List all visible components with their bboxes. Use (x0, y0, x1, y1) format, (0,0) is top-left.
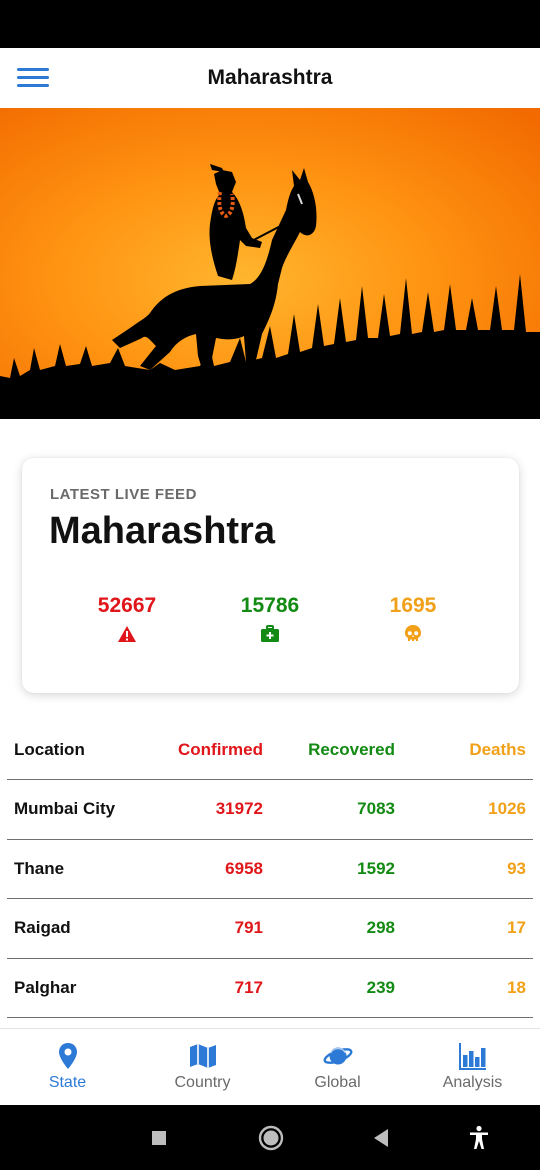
feed-title: Maharashtra (49, 510, 275, 552)
live-feed-card: LATEST LIVE FEED Maharashtra 52667 15786… (22, 458, 519, 693)
horse-rider-silhouette-image (0, 108, 540, 419)
nav-item-country[interactable]: Country (135, 1029, 270, 1106)
nav-label-country: Country (174, 1074, 231, 1091)
nav-label-analysis: Analysis (442, 1074, 503, 1091)
header-recovered: Recovered (308, 739, 395, 759)
deaths-cell: 1026 (488, 799, 526, 819)
system-navigation-bar (0, 1105, 540, 1170)
recovered-cell: 7083 (357, 799, 395, 819)
confirmed-stat: 52667 (47, 594, 207, 644)
recovered-cell: 298 (366, 918, 395, 938)
confirmed-cell: 717 (234, 977, 263, 997)
table-row[interactable]: Raigad 791 298 17 (7, 899, 533, 959)
medical-kit-icon (261, 625, 279, 642)
table-header-row: Location Confirmed Recovered Deaths (7, 720, 533, 780)
recents-square-icon[interactable] (144, 1123, 174, 1153)
planet-icon (323, 1047, 353, 1065)
nav-item-global[interactable]: Global (270, 1029, 405, 1106)
recovered-cell: 239 (366, 977, 395, 997)
nav-label-global: Global (314, 1074, 361, 1091)
map-icon (190, 1044, 216, 1068)
nav-item-state[interactable]: State (0, 1029, 135, 1106)
status-bar (0, 0, 540, 48)
map-pin-icon (59, 1043, 77, 1069)
confirmed-cell: 31972 (215, 799, 263, 819)
page-title: Maharashtra (207, 66, 333, 89)
deaths-cell: 17 (507, 918, 526, 938)
bottom-navigation: State Country Global Analysis (0, 1028, 540, 1105)
header-confirmed: Confirmed (178, 739, 263, 759)
bar-chart-icon (459, 1043, 486, 1070)
recovered-cell: 1592 (357, 858, 395, 878)
confirmed-cell: 6958 (225, 858, 263, 878)
table-row[interactable]: Mumbai City 31972 7083 1026 (7, 780, 533, 840)
deaths-cell: 93 (507, 858, 526, 878)
deaths-cell: 18 (507, 977, 526, 997)
hero-image (0, 108, 540, 419)
deaths-stat: 1695 (333, 594, 493, 644)
app-bar: Maharashtra (0, 48, 540, 108)
deaths-count: 1695 (389, 594, 437, 617)
nav-label-state: State (48, 1074, 87, 1091)
header-deaths: Deaths (469, 739, 526, 759)
confirmed-count: 52667 (97, 594, 157, 617)
skull-icon (405, 625, 421, 641)
table-row[interactable]: Thane 6958 1592 93 (7, 840, 533, 899)
recovered-count: 15786 (240, 594, 300, 617)
nav-item-analysis[interactable]: Analysis (405, 1029, 540, 1106)
back-triangle-icon[interactable] (366, 1123, 396, 1153)
table-row[interactable]: Palghar 717 239 18 (7, 959, 533, 1018)
warning-triangle-icon (118, 626, 136, 642)
accessibility-icon[interactable] (464, 1123, 494, 1153)
feed-label: LATEST LIVE FEED (50, 486, 197, 503)
confirmed-cell: 791 (234, 918, 263, 938)
home-circle-icon[interactable] (256, 1123, 286, 1153)
recovered-stat: 15786 (190, 594, 350, 644)
district-table: Location Confirmed Recovered Deaths Mumb… (7, 720, 533, 1018)
